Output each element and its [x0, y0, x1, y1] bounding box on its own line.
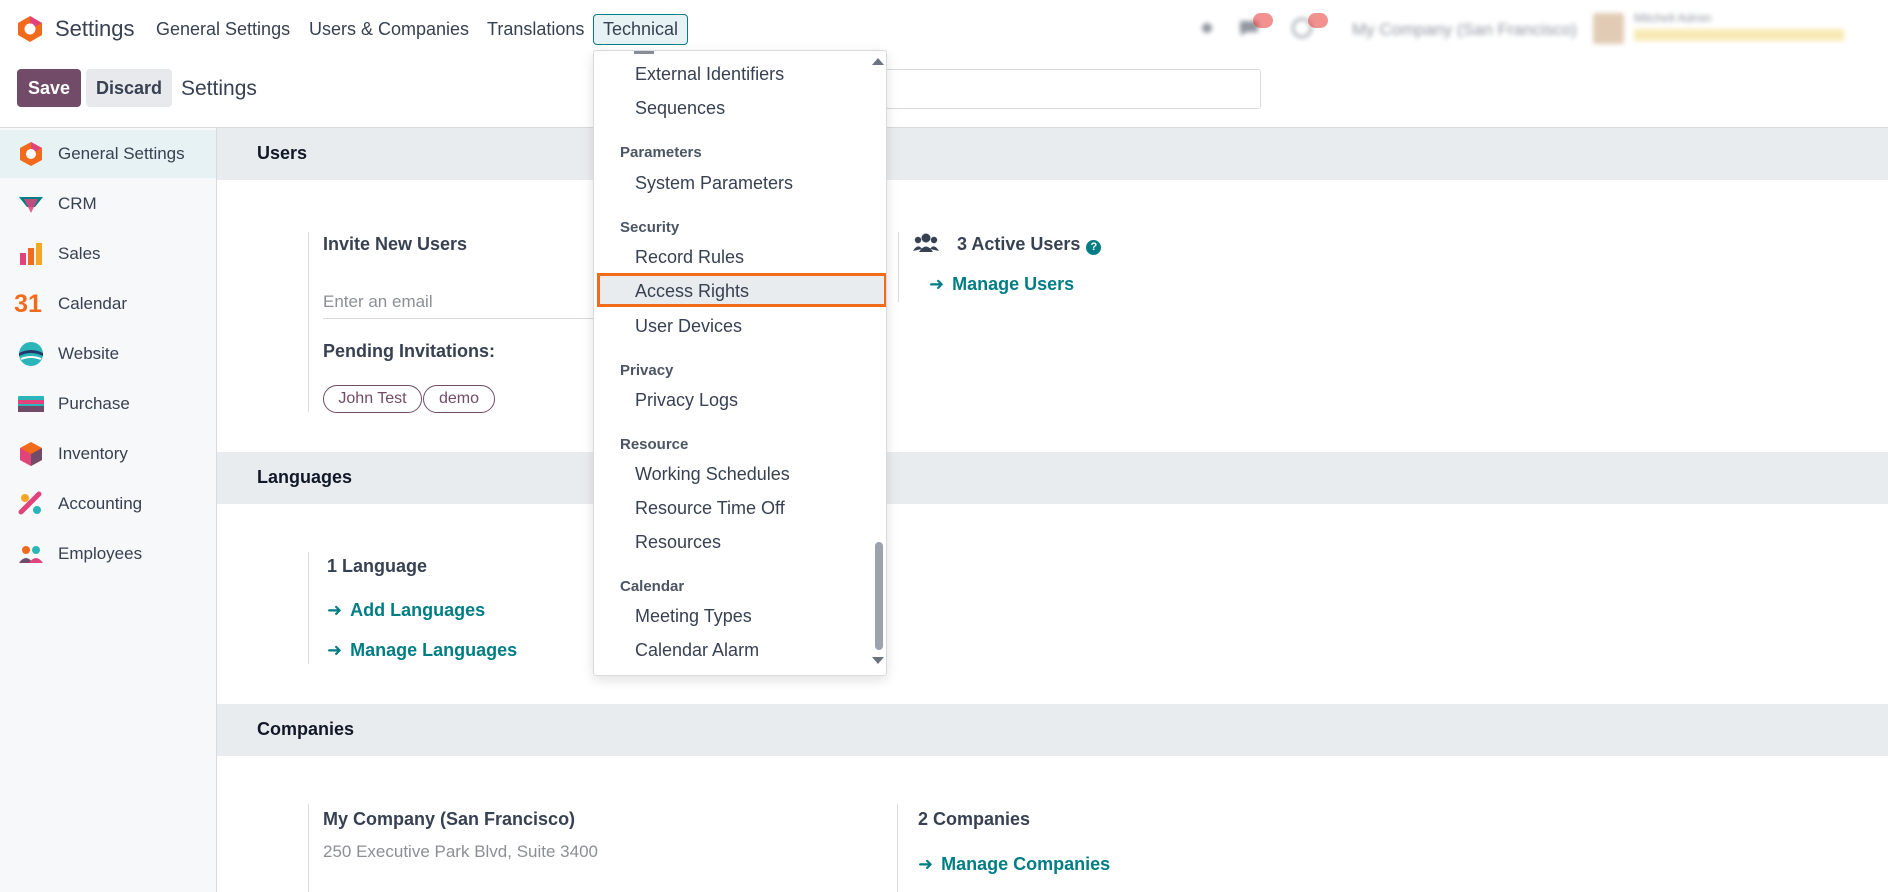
sales-icon — [20, 243, 42, 265]
arrow-right-icon: ➜ — [327, 640, 343, 660]
sidebar-item-general-settings[interactable]: General Settings — [0, 130, 216, 178]
menu-item-sequences[interactable]: Sequences — [635, 98, 725, 119]
menu-item-working-schedules[interactable]: Working Schedules — [635, 464, 790, 485]
company-name: My Company (San Francisco) — [323, 809, 576, 829]
menu-item-user-devices[interactable]: User Devices — [635, 316, 742, 337]
users-divider — [308, 232, 309, 412]
sidebar-item-calendar[interactable]: 31 Calendar — [0, 280, 216, 328]
scroll-down-arrow-icon[interactable] — [872, 657, 884, 664]
menu-header-privacy: Privacy — [620, 362, 674, 379]
invite-users-label: Invite New Users — [323, 234, 468, 254]
menu-header-security: Security — [620, 219, 680, 236]
menu-item-privacy-logs[interactable]: Privacy Logs — [635, 390, 738, 411]
technical-dropdown-menu: External Identifiers Sequences Parameter… — [593, 50, 887, 676]
sidebar-item-inventory[interactable]: Inventory — [0, 430, 216, 478]
purchase-icon — [18, 396, 44, 412]
menu-header-parameters: Parameters — [620, 144, 702, 161]
dropdown-scrollbar-thumb[interactable] — [875, 542, 883, 650]
companies-section-title: Companies — [257, 719, 355, 739]
website-icon — [19, 342, 43, 366]
menu-header-resource: Resource — [620, 436, 689, 453]
odoo-logo-icon[interactable] — [16, 15, 44, 43]
menu-general-settings[interactable]: General Settings — [156, 19, 290, 40]
company-address: 250 Executive Park Blvd, Suite 3400 — [323, 842, 598, 861]
menu-item-resource-time-off[interactable]: Resource Time Off — [635, 498, 785, 519]
language-count: 1 Language — [327, 556, 428, 576]
sidebar-item-crm[interactable]: CRM — [0, 180, 216, 228]
sidebar-item-purchase[interactable]: Purchase — [0, 380, 216, 428]
clipped-menu-item — [634, 51, 654, 54]
pending-invitation-tag[interactable]: demo — [423, 385, 495, 413]
languages-section-header: Languages — [217, 452, 1888, 504]
active-users-divider — [898, 232, 899, 302]
inventory-icon — [20, 442, 42, 466]
scroll-up-arrow-icon[interactable] — [872, 58, 884, 65]
calendar-icon: 31 — [14, 289, 42, 318]
menu-item-external-identifiers[interactable]: External Identifiers — [635, 64, 784, 85]
manage-users-link[interactable]: ➜ Manage Users — [929, 274, 1074, 295]
menu-users-companies[interactable]: Users & Companies — [309, 19, 469, 40]
app-title[interactable]: Settings — [55, 16, 135, 42]
menu-translations[interactable]: Translations — [487, 19, 584, 40]
companies-count: 2 Companies — [918, 809, 1031, 829]
users-section-title: Users — [257, 143, 308, 163]
users-group-icon — [913, 233, 939, 252]
accounting-icon — [18, 491, 42, 515]
menu-item-meeting-types[interactable]: Meeting Types — [635, 606, 752, 627]
sidebar-item-website[interactable]: Website — [0, 330, 216, 378]
pending-invitations-label: Pending Invitations: — [323, 341, 496, 361]
languages-divider — [308, 552, 309, 664]
help-icon[interactable]: ? — [1086, 239, 1102, 255]
menu-header-calendar: Calendar — [620, 578, 685, 595]
users-section-header: Users — [217, 128, 1888, 180]
company-switcher[interactable]: My Company (San Francisco) — [1352, 20, 1577, 40]
search-input[interactable] — [885, 69, 1261, 109]
pending-invitation-tag[interactable]: John Test — [323, 385, 422, 413]
avatar[interactable] — [1593, 13, 1624, 44]
chat-badge — [1253, 13, 1273, 28]
manage-companies-link[interactable]: ➜ Manage Companies — [918, 854, 1110, 875]
settings-sidebar: General Settings CRM Sales 31 Calendar W… — [0, 128, 217, 892]
activity-badge — [1308, 13, 1328, 28]
discard-button[interactable]: Discard — [86, 69, 172, 107]
invite-email-input[interactable]: Enter an email — [323, 292, 433, 312]
companies-count-divider — [897, 804, 898, 892]
arrow-right-icon: ➜ — [918, 854, 934, 874]
top-navbar: Settings General Settings Users & Compan… — [0, 0, 1888, 58]
email-underline — [323, 318, 593, 319]
menu-item-resources[interactable]: Resources — [635, 532, 721, 553]
companies-section-header: Companies — [217, 704, 1888, 756]
arrow-right-icon: ➜ — [929, 274, 945, 294]
settings-icon — [20, 142, 42, 166]
page-title: Settings — [181, 77, 257, 100]
manage-languages-link[interactable]: ➜ Manage Languages — [327, 640, 517, 661]
save-button[interactable]: Save — [17, 69, 81, 107]
menu-item-calendar-alarm[interactable]: Calendar Alarm — [635, 640, 759, 661]
company-divider — [308, 804, 309, 892]
sidebar-item-accounting[interactable]: Accounting — [0, 480, 216, 528]
menu-item-record-rules[interactable]: Record Rules — [635, 247, 744, 268]
bug-icon[interactable] — [1201, 17, 1213, 39]
languages-section-title: Languages — [257, 467, 353, 487]
add-languages-link[interactable]: ➜ Add Languages — [327, 600, 485, 621]
sidebar-item-sales[interactable]: Sales — [0, 230, 216, 278]
menu-technical[interactable]: Technical — [593, 14, 688, 45]
employees-icon — [19, 546, 43, 563]
sidebar-item-employees[interactable]: Employees — [0, 530, 216, 578]
crm-icon — [19, 197, 43, 213]
database-label — [1634, 29, 1844, 41]
user-name[interactable]: Mitchell Admin — [1634, 11, 1711, 25]
active-users-count: 3 Active Users? — [957, 234, 1102, 255]
arrow-right-icon: ➜ — [327, 600, 343, 620]
menu-item-system-parameters[interactable]: System Parameters — [635, 173, 793, 194]
menu-item-access-rights[interactable]: Access Rights — [597, 273, 886, 307]
